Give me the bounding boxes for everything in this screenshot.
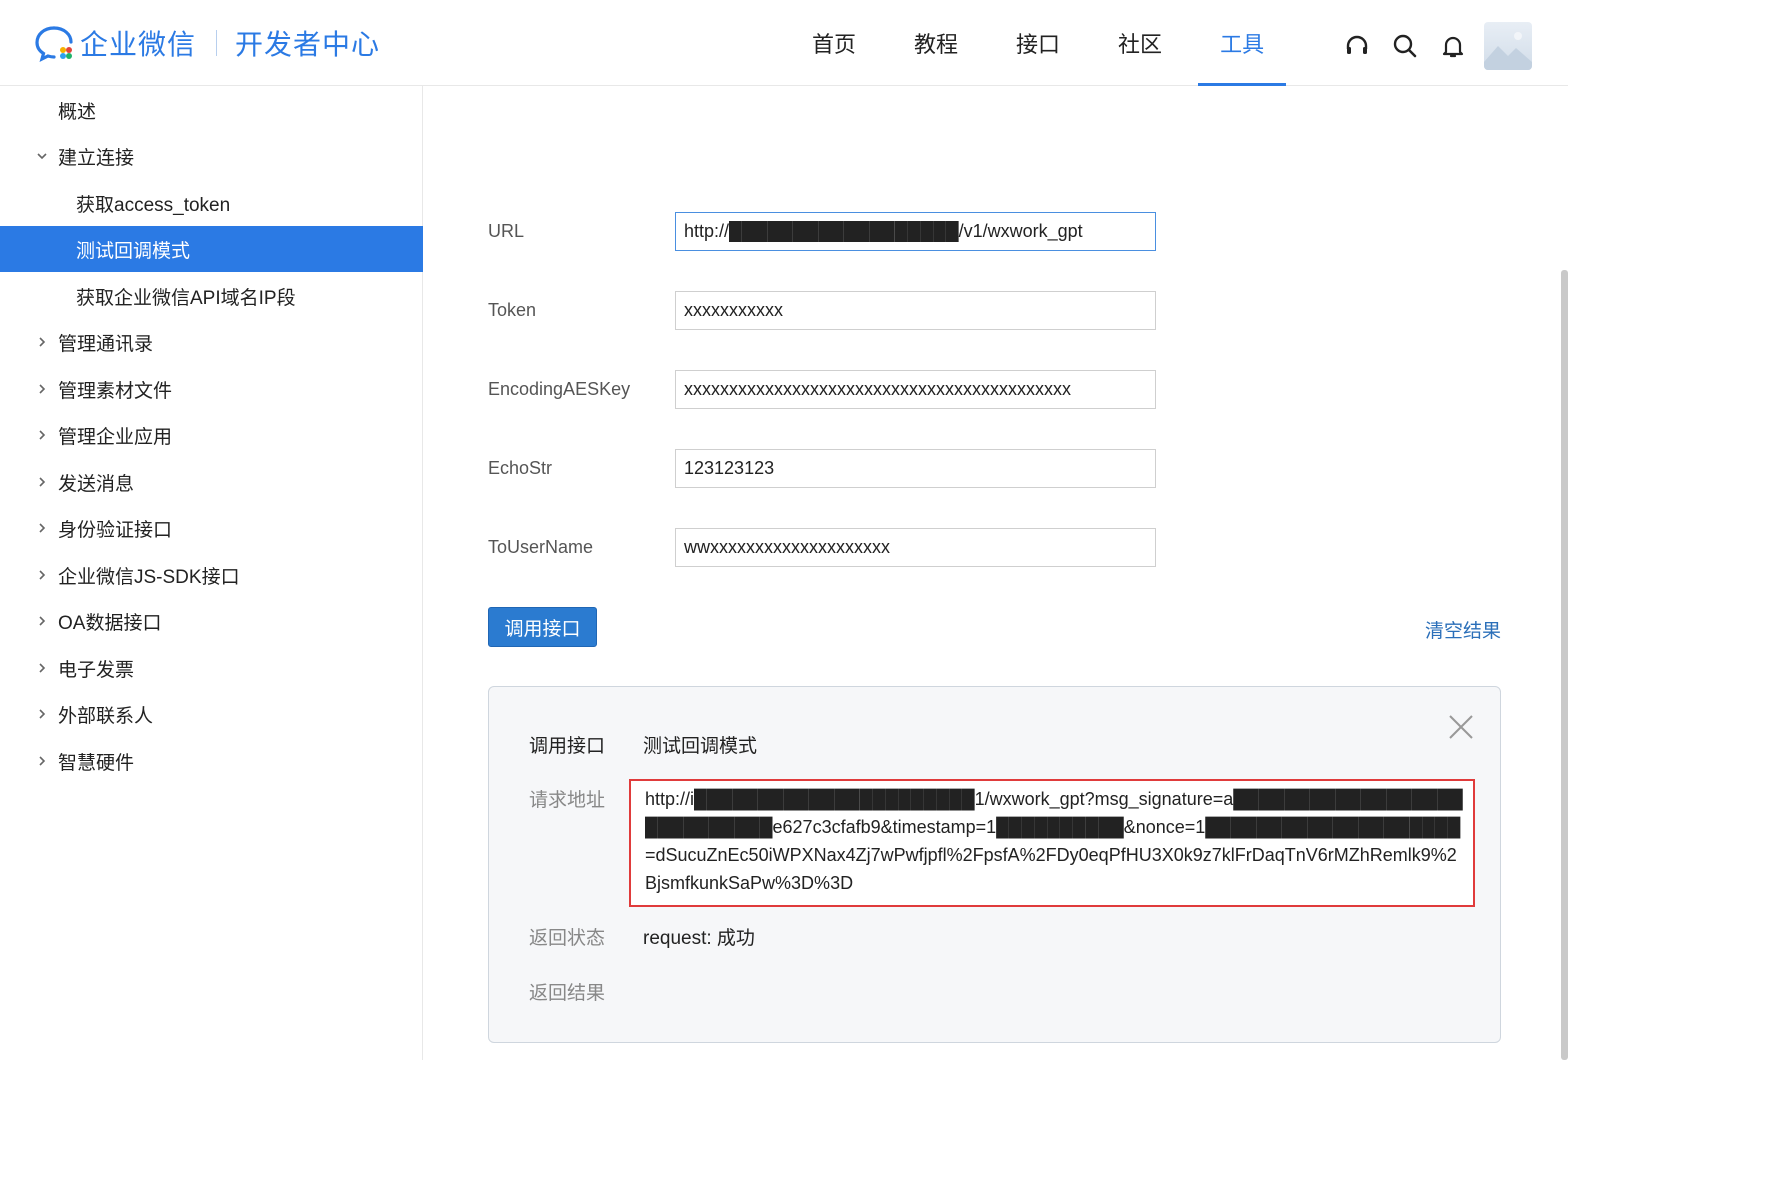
avatar[interactable] <box>1484 22 1532 70</box>
nav-tools[interactable]: 工具 <box>1198 0 1287 86</box>
chevron-right-icon <box>36 615 48 627</box>
call-api-button[interactable]: 调用接口 <box>488 607 597 647</box>
sidebar-item-label: 管理素材文件 <box>58 380 173 402</box>
sidebar-item-media[interactable]: 管理素材文件 <box>0 366 423 412</box>
nav-label: 社区 <box>1118 32 1163 57</box>
result-output-label: 返回结果 <box>529 983 606 1004</box>
nav-api[interactable]: 接口 <box>994 0 1082 86</box>
result-status-value: request: 成功 <box>643 928 755 949</box>
sidebar-item-label: 发送消息 <box>58 473 135 495</box>
sidebar-item-contacts[interactable]: 管理通讯录 <box>0 319 423 365</box>
tousername-label: ToUserName <box>488 537 594 557</box>
sidebar-item-label: 智慧硬件 <box>58 752 135 774</box>
request-address-highlight: http://i██████████████████████1/wxwork_g… <box>629 779 1475 907</box>
sidebar-item-messages[interactable]: 发送消息 <box>0 459 423 505</box>
aeskey-label: EncodingAESKey <box>488 379 631 399</box>
sidebar-item-invoice[interactable]: 电子发票 <box>0 645 423 691</box>
sidebar-item-jssdk[interactable]: 企业微信JS-SDK接口 <box>0 552 423 598</box>
sidebar-item-oa[interactable]: OA数据接口 <box>0 598 423 644</box>
tousername-input[interactable] <box>675 528 1156 567</box>
sidebar-item-connection[interactable]: 建立连接 <box>0 133 423 179</box>
result-call-label: 调用接口 <box>529 736 606 757</box>
sidebar-item-label: OA数据接口 <box>58 612 162 634</box>
nav-label: 工具 <box>1220 32 1265 57</box>
aeskey-input[interactable] <box>675 370 1156 409</box>
nav-label: 接口 <box>1016 32 1061 57</box>
sidebar-item-overview[interactable]: 概述 <box>0 87 423 133</box>
clear-result-link[interactable]: 清空结果 <box>1425 616 1501 643</box>
sidebar-item-hardware[interactable]: 智慧硬件 <box>0 738 423 784</box>
sidebar-item-label: 管理企业应用 <box>58 426 173 448</box>
sidebar-item-label: 管理通讯录 <box>58 333 154 355</box>
sidebar-item-access-token[interactable]: 获取access_token <box>0 180 423 226</box>
result-call-value: 测试回调模式 <box>643 736 758 757</box>
main-nav: 首页 教程 接口 社区 工具 <box>790 0 1300 86</box>
sidebar-item-label: 建立连接 <box>58 147 135 169</box>
logo-subtitle: 开发者中心 <box>235 29 381 60</box>
sidebar-item-label: 概述 <box>58 101 97 123</box>
chevron-right-icon <box>36 429 48 441</box>
sidebar-item-external-contacts[interactable]: 外部联系人 <box>0 691 423 737</box>
chevron-right-icon <box>36 569 48 581</box>
nav-community[interactable]: 社区 <box>1096 0 1184 86</box>
main-content: URL Token EncodingAESKey EchoStr ToUserN… <box>424 86 1568 1060</box>
sidebar-item-auth[interactable]: 身份验证接口 <box>0 505 423 551</box>
url-label: URL <box>488 221 525 241</box>
result-address-label: 请求地址 <box>529 790 606 811</box>
result-status-label: 返回状态 <box>529 928 606 949</box>
bell-icon[interactable] <box>1436 26 1470 66</box>
token-label: Token <box>488 300 537 320</box>
sidebar: 概述 建立连接 获取access_token 测试回调模式 获取企业微信API域… <box>0 86 423 1060</box>
sidebar-item-label: 获取企业微信API域名IP段 <box>76 287 296 309</box>
nav-tutorials[interactable]: 教程 <box>892 0 980 86</box>
sidebar-item-label: 电子发票 <box>58 659 135 681</box>
search-icon[interactable] <box>1388 26 1422 66</box>
echostr-label: EchoStr <box>488 458 553 478</box>
headset-icon[interactable] <box>1340 26 1374 66</box>
sidebar-item-label: 企业微信JS-SDK接口 <box>58 566 240 588</box>
nav-label: 首页 <box>812 32 857 57</box>
nav-home[interactable]: 首页 <box>790 0 878 86</box>
chevron-right-icon <box>36 383 48 395</box>
url-input[interactable] <box>675 212 1156 251</box>
wecom-logo-icon <box>34 23 74 63</box>
chevron-right-icon <box>36 522 48 534</box>
chevron-down-icon <box>36 150 48 162</box>
chevron-right-icon <box>36 755 48 767</box>
sidebar-item-api-ip[interactable]: 获取企业微信API域名IP段 <box>0 273 423 319</box>
sidebar-item-apps[interactable]: 管理企业应用 <box>0 412 423 458</box>
logo-divider <box>216 30 218 56</box>
top-header: 企业微信 开发者中心 首页 教程 接口 社区 工具 <box>0 0 1568 86</box>
sidebar-item-label: 身份验证接口 <box>58 519 173 541</box>
sidebar-item-test-callback[interactable]: 测试回调模式 <box>0 226 423 272</box>
echostr-input[interactable] <box>675 449 1156 488</box>
header-tools <box>1340 22 1532 70</box>
close-icon[interactable] <box>1447 713 1475 741</box>
request-address-value: http://i██████████████████████1/wxwork_g… <box>645 789 1463 893</box>
logo[interactable]: 企业微信 开发者中心 <box>34 22 380 64</box>
chevron-right-icon <box>36 336 48 348</box>
chevron-right-icon <box>36 708 48 720</box>
sidebar-item-label: 获取access_token <box>76 194 231 216</box>
sidebar-item-label: 测试回调模式 <box>76 240 191 262</box>
nav-label: 教程 <box>914 32 959 57</box>
logo-text: 企业微信 <box>80 29 197 60</box>
token-input[interactable] <box>675 291 1156 330</box>
result-panel: 调用接口 测试回调模式 请求地址 http://i███████████████… <box>488 686 1501 1043</box>
sidebar-item-label: 外部联系人 <box>58 705 154 727</box>
chevron-right-icon <box>36 662 48 674</box>
page-scrollbar[interactable] <box>1561 270 1568 1060</box>
chevron-right-icon <box>36 476 48 488</box>
